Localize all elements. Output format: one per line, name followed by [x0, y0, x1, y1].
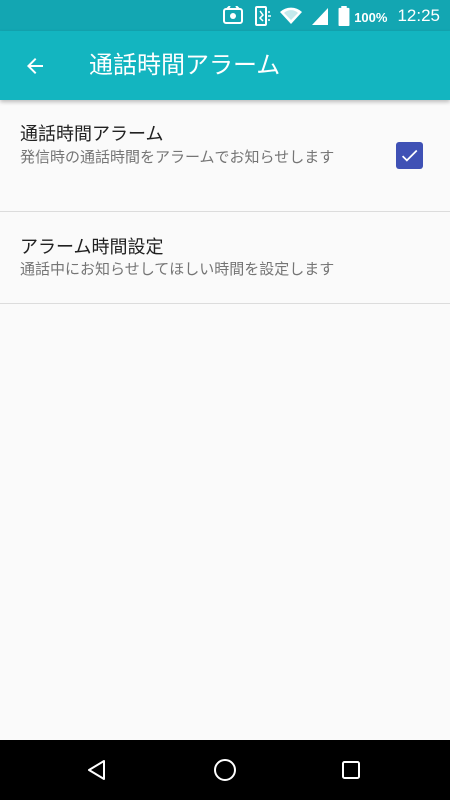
setting-summary: 通話中にお知らせしてほしい時間を設定します	[20, 260, 335, 278]
square-recent-icon	[342, 761, 360, 779]
signal-icon	[312, 7, 329, 25]
setting-summary: 発信時の通話時間をアラームでお知らせします	[20, 148, 335, 166]
navigation-bar	[0, 740, 450, 800]
vibrate-icon	[255, 5, 272, 26]
status-icons: 100% 12:25	[222, 0, 450, 31]
back-button[interactable]	[12, 43, 57, 88]
battery-percent: 100%	[354, 9, 388, 25]
settings-list: 通話時間アラーム 発信時の通話時間をアラームでお知らせします アラーム時間設定 …	[0, 100, 450, 304]
clock: 12:25	[397, 5, 440, 25]
nav-home-button[interactable]	[204, 749, 246, 791]
checkmark-icon	[401, 149, 418, 162]
wifi-icon	[280, 7, 303, 24]
app-bar: 通話時間アラーム	[0, 31, 450, 100]
page-title: 通話時間アラーム	[89, 51, 281, 79]
alarm-checkbox[interactable]	[396, 142, 423, 169]
circle-home-icon	[214, 759, 236, 781]
nfc-icon	[223, 5, 244, 24]
triangle-back-icon	[88, 760, 105, 780]
nav-recent-button[interactable]	[330, 749, 372, 791]
battery-icon	[338, 5, 350, 26]
status-bar: 100% 12:25	[0, 0, 450, 31]
setting-title: アラーム時間設定	[20, 237, 164, 258]
nav-back-button[interactable]	[76, 749, 118, 791]
arrow-left-icon	[26, 57, 43, 74]
setting-title: 通話時間アラーム	[20, 124, 164, 145]
